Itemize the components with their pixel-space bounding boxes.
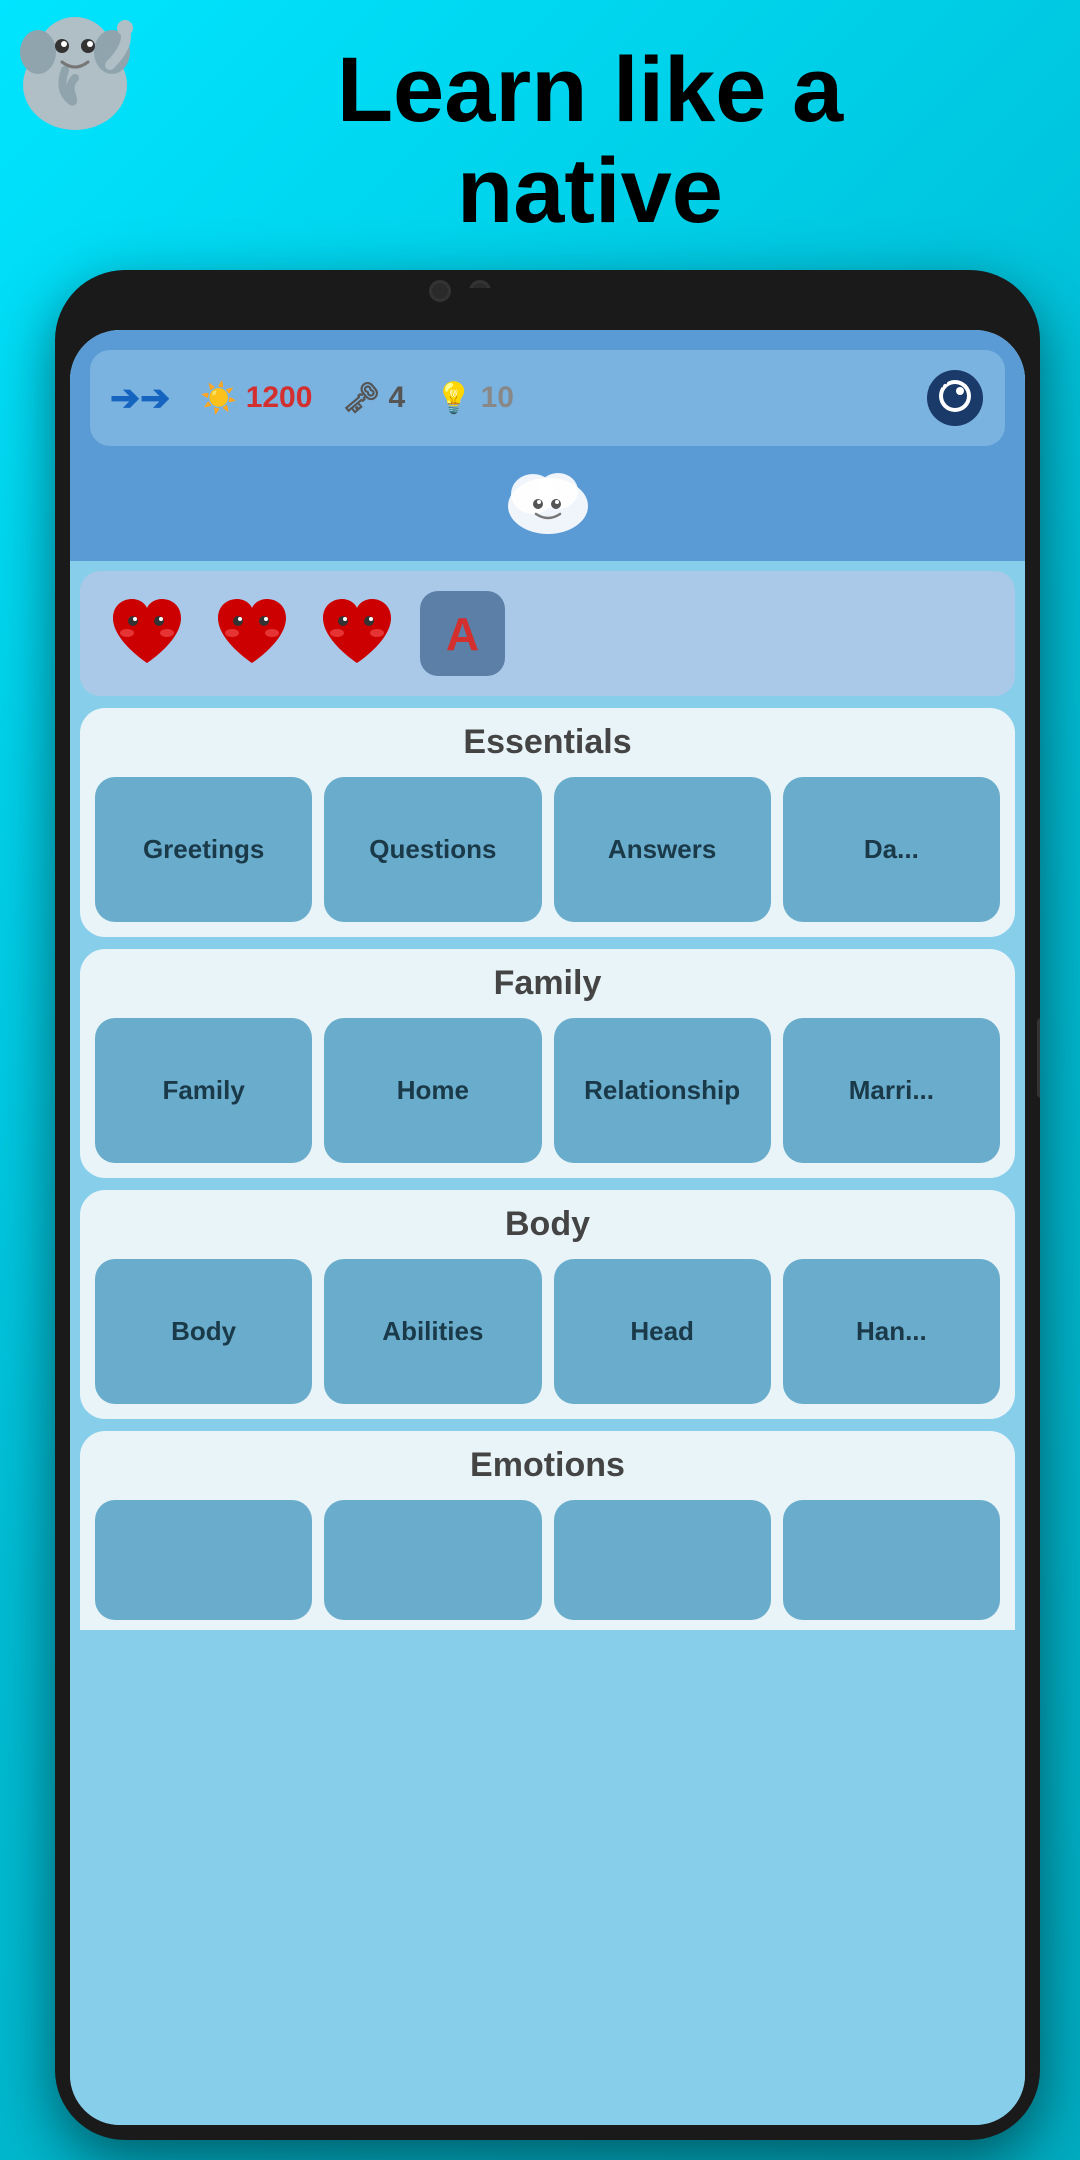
card-hands[interactable]: Han... [783, 1259, 1000, 1404]
card-head[interactable]: Head [554, 1259, 771, 1404]
phone-frame: ➔➔ ☀️ 1200 🗝 4 💡 10 [55, 270, 1040, 2140]
card-family[interactable]: Family [95, 1018, 312, 1163]
app-header: ➔➔ ☀️ 1200 🗝 4 💡 10 [70, 330, 1025, 561]
heart-3 [315, 591, 400, 676]
card-greetings[interactable]: Greetings [95, 777, 312, 922]
emotions-section: Emotions [80, 1431, 1015, 1630]
key-icon: 🗝 [342, 381, 380, 416]
essentials-cards: Greetings Questions Answers Da... [95, 777, 1000, 922]
phone-notch [458, 288, 638, 308]
emotions-title: Emotions [95, 1446, 1000, 1485]
card-emotion-3[interactable] [554, 1500, 771, 1620]
card-questions[interactable]: Questions [324, 777, 541, 922]
bulb-icon: 💡 [435, 381, 472, 416]
headline: Learn like a native [150, 40, 1030, 242]
card-answers[interactable]: Answers [554, 777, 771, 922]
card-body[interactable]: Body [95, 1259, 312, 1404]
key-value: 4 [389, 381, 406, 415]
phone-side-button [1037, 1018, 1040, 1098]
card-relationship[interactable]: Relationship [554, 1018, 771, 1163]
bulb-value: 10 [481, 381, 514, 415]
lives-section: A [70, 571, 1025, 696]
essentials-title: Essentials [95, 723, 1000, 762]
bulb-stat[interactable]: 💡 10 [435, 381, 514, 416]
sun-value: 1200 [246, 381, 313, 415]
eye-icon[interactable] [925, 368, 985, 428]
phone-screen: ➔➔ ☀️ 1200 🗝 4 💡 10 [70, 330, 1025, 2125]
card-days[interactable]: Da... [783, 777, 1000, 922]
lives-row: A [80, 571, 1015, 696]
letter-button[interactable]: A [420, 591, 505, 676]
heart-1 [105, 591, 190, 676]
header-area: Learn like a native [0, 0, 1080, 310]
cloud-mascot [90, 446, 1005, 546]
card-emotion-4[interactable] [783, 1500, 1000, 1620]
letter-label: A [446, 607, 479, 661]
heart-2 [210, 591, 295, 676]
headline-line1: Learn like a [337, 39, 843, 141]
family-title: Family [95, 964, 1000, 1003]
screen-content[interactable]: ➔➔ ☀️ 1200 🗝 4 💡 10 [70, 330, 1025, 2125]
family-cards: Family Home Relationship Marri... [95, 1018, 1000, 1163]
headline-line2: native [457, 140, 723, 242]
card-emotion-2[interactable] [324, 1500, 541, 1620]
essentials-section: Essentials Greetings Questions Answers D… [80, 708, 1015, 937]
sun-icon: ☀️ [200, 381, 237, 416]
body-section: Body Body Abilities Head Han... [80, 1190, 1015, 1419]
sun-stat[interactable]: ☀️ 1200 [200, 381, 312, 416]
key-stat[interactable]: 🗝 4 [342, 381, 405, 416]
body-title: Body [95, 1205, 1000, 1244]
camera-left [429, 280, 451, 302]
family-section: Family Family Home Relationship Marri... [80, 949, 1015, 1178]
card-home[interactable]: Home [324, 1018, 541, 1163]
card-emotion-1[interactable] [95, 1500, 312, 1620]
card-abilities[interactable]: Abilities [324, 1259, 541, 1404]
stats-row: ➔➔ ☀️ 1200 🗝 4 💡 10 [90, 350, 1005, 446]
arrows-icon[interactable]: ➔➔ [110, 377, 170, 419]
card-marriage[interactable]: Marri... [783, 1018, 1000, 1163]
body-cards: Body Abilities Head Han... [95, 1259, 1000, 1404]
emotions-cards [95, 1500, 1000, 1620]
